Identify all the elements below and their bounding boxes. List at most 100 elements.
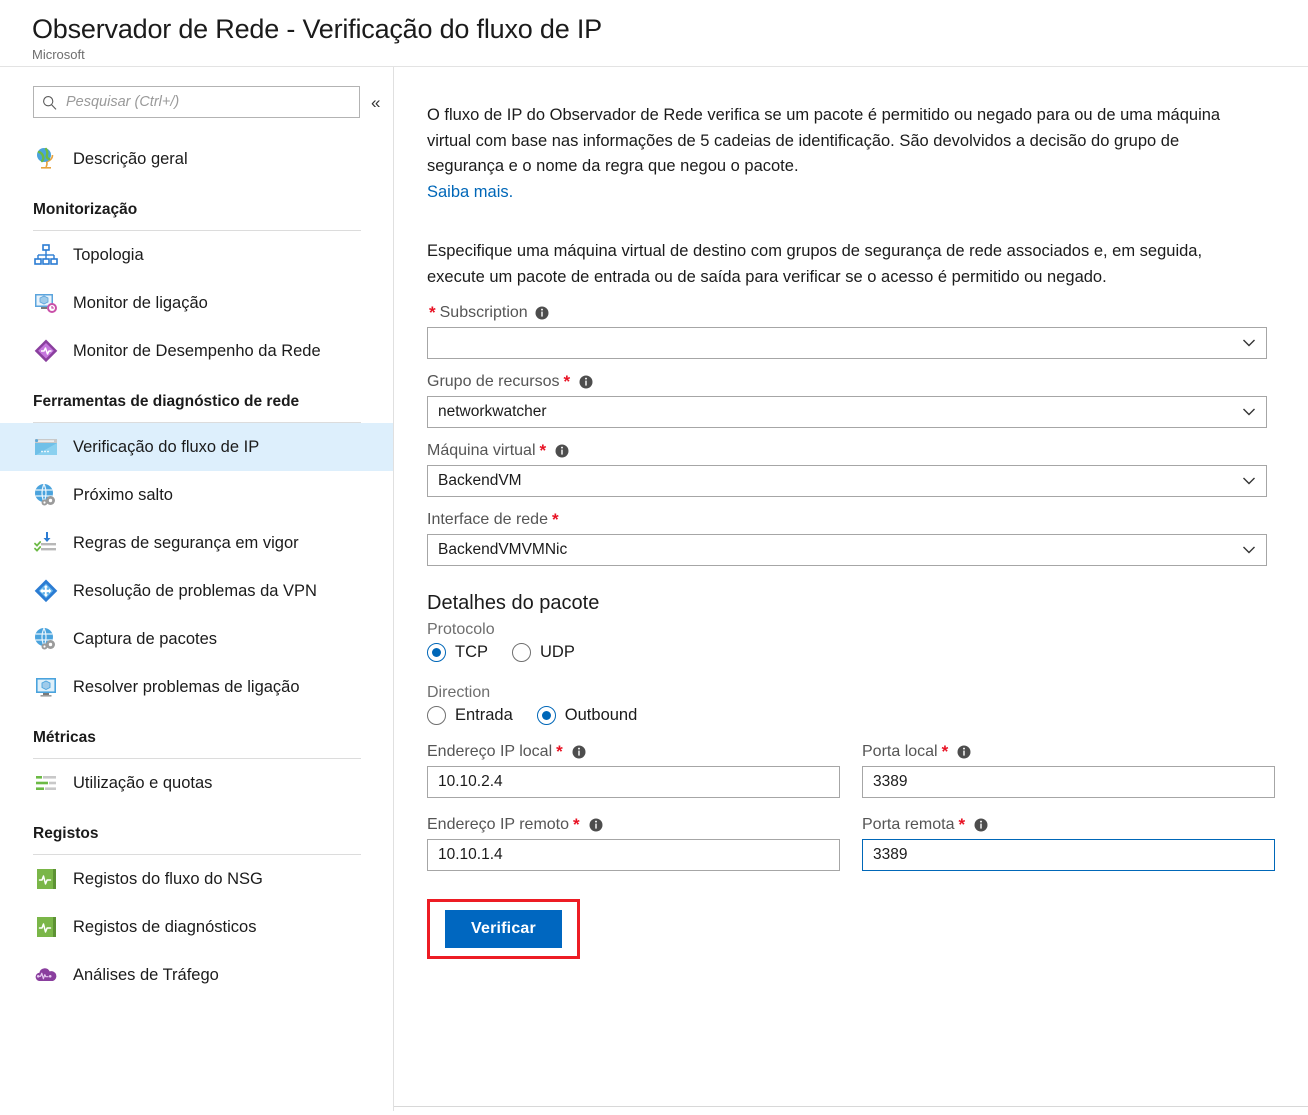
subscription-select[interactable] xyxy=(427,327,1267,359)
direction-option-outbound[interactable]: Outbound xyxy=(536,706,638,725)
sidebar-item-registos-do-fluxo-do-nsg[interactable]: Registos do fluxo do NSG xyxy=(0,855,393,903)
virtual-machine-field: Máquina virtual * BackendVM xyxy=(427,442,1267,497)
sidebar-item-regras-de-seguranca-em-vigor[interactable]: Regras de segurança em vigor xyxy=(0,519,393,567)
sidebar-item-topologia[interactable]: Topologia xyxy=(0,231,393,279)
sidebar-item-registos-de-diagnosticos[interactable]: Registos de diagnósticos xyxy=(0,903,393,951)
resource-group-label: Grupo de recursos * xyxy=(427,373,1267,391)
info-icon[interactable] xyxy=(555,444,569,458)
description-paragraph-2: Especifique uma máquina virtual de desti… xyxy=(427,242,1203,286)
network-interface-select[interactable]: BackendVMVMNic xyxy=(427,534,1267,566)
sidebar-item-captura-de-pacotes[interactable]: Captura de pacotes xyxy=(0,615,393,663)
local-port-input[interactable] xyxy=(862,766,1275,798)
info-icon[interactable] xyxy=(535,306,549,320)
ip-flow-verify-icon xyxy=(35,439,57,455)
sidebar-item-label: Regras de segurança em vigor xyxy=(73,533,299,552)
network-interface-field: Interface de rede * BackendVMVMNic xyxy=(427,511,1267,566)
sidebar-item-label: Monitor de ligação xyxy=(73,293,208,312)
sidebar-section-metricas: Métricas xyxy=(0,711,393,759)
verify-button-annotation: Verificar xyxy=(427,899,580,959)
label-text: Porta local xyxy=(862,743,938,760)
sidebar-item-label: Próximo salto xyxy=(73,485,173,504)
learn-more-link[interactable]: Saiba mais. xyxy=(427,180,513,206)
sidebar-item-analises-de-trafego[interactable]: Análises de Tráfego xyxy=(0,951,393,999)
required-asterisk: * xyxy=(941,742,949,761)
sidebar-item-label: Registos do fluxo do NSG xyxy=(73,869,263,888)
verify-button[interactable]: Verificar xyxy=(445,910,562,948)
label-text: Grupo de recursos xyxy=(427,373,560,390)
globe-icon xyxy=(37,147,54,169)
radio-circle xyxy=(427,706,446,725)
sidebar-section-registos: Registos xyxy=(0,807,393,855)
sidebar-item-descricao-geral[interactable]: Descrição geral xyxy=(0,135,393,183)
radio-label: Entrada xyxy=(455,706,513,724)
required-asterisk: * xyxy=(573,815,580,834)
sidebar-item-monitor-de-desempenho-da-rede[interactable]: Monitor de Desempenho da Rede xyxy=(0,327,393,375)
info-icon[interactable] xyxy=(589,818,603,832)
local-address-row: Endereço IP local * Porta local * xyxy=(427,743,1308,798)
label-text: Endereço IP remoto xyxy=(427,816,570,833)
sidebar-item-resolucao-de-problemas-da-vpn[interactable]: Resolução de problemas da VPN xyxy=(0,567,393,615)
radio-label: TCP xyxy=(455,643,488,661)
sidebar-item-label: Utilização e quotas xyxy=(73,773,213,792)
info-icon[interactable] xyxy=(579,375,593,389)
resource-group-select-wrap: networkwatcher xyxy=(427,396,1267,428)
info-icon[interactable] xyxy=(572,745,586,759)
sidebar-item-verificacao-do-fluxo-de-ip[interactable]: Verificação do fluxo de IP xyxy=(0,423,393,471)
page-body: « Descrição geral Monitorização xyxy=(0,67,1308,1111)
usage-quotas-icon xyxy=(36,776,56,790)
label-text: Subscription xyxy=(439,304,528,321)
sidebar-section-title: Registos xyxy=(33,825,99,842)
diagnostic-logs-icon xyxy=(37,917,56,937)
direction-label: Direction xyxy=(427,684,491,701)
info-icon[interactable] xyxy=(974,818,988,832)
required-asterisk: * xyxy=(429,303,436,322)
page-subtitle: Microsoft xyxy=(32,47,85,62)
network-performance-icon xyxy=(34,339,58,363)
direction-option-entrada[interactable]: Entrada xyxy=(427,706,513,725)
search-box[interactable] xyxy=(33,86,360,118)
direction-radio-group: Entrada Outbound xyxy=(427,706,1308,725)
local-ip-input[interactable] xyxy=(427,766,840,798)
sidebar-item-utilizacao-e-quotas[interactable]: Utilização e quotas xyxy=(0,759,393,807)
protocol-radio-group: TCP UDP xyxy=(427,643,1308,662)
required-asterisk: * xyxy=(556,742,563,761)
required-asterisk: * xyxy=(563,372,571,391)
required-asterisk: * xyxy=(539,441,547,460)
info-icon[interactable] xyxy=(957,745,971,759)
remote-port-label: Porta remota * xyxy=(862,816,1275,834)
sidebar-item-label: Registos de diagnósticos xyxy=(73,917,257,936)
radio-circle xyxy=(512,643,531,662)
effective-security-rules-icon xyxy=(34,532,56,552)
sidebar-item-monitor-de-ligacao[interactable]: Monitor de ligação xyxy=(0,279,393,327)
virtual-machine-select[interactable]: BackendVM xyxy=(427,465,1267,497)
next-hop-icon xyxy=(35,483,55,506)
radio-circle xyxy=(427,643,446,662)
sidebar-section-title: Métricas xyxy=(33,729,96,746)
sidebar-search-row: « xyxy=(0,86,393,118)
remote-port-input[interactable] xyxy=(862,839,1275,871)
main-content: O fluxo de IP do Observador de Rede veri… xyxy=(394,67,1308,1111)
radio-label: Outbound xyxy=(564,706,638,724)
collapse-sidebar-button[interactable]: « xyxy=(371,94,381,111)
resource-group-field: Grupo de recursos * networkwatcher xyxy=(427,373,1267,428)
connection-monitor-icon xyxy=(35,294,57,313)
sidebar: « Descrição geral Monitorização xyxy=(0,67,394,1111)
sidebar-item-label: Captura de pacotes xyxy=(73,629,218,648)
vpn-troubleshoot-icon xyxy=(34,579,58,603)
label-text: Máquina virtual xyxy=(427,442,536,459)
sidebar-item-proximo-salto[interactable]: Próximo salto xyxy=(0,471,393,519)
remote-port-field: Porta remota * xyxy=(862,816,1275,871)
remote-address-row: Endereço IP remoto * Porta remota * xyxy=(427,816,1308,871)
protocol-option-udp[interactable]: UDP xyxy=(512,643,575,662)
resource-group-select[interactable]: networkwatcher xyxy=(427,396,1267,428)
protocol-label: Protocolo xyxy=(427,621,495,638)
subscription-select-wrap xyxy=(427,327,1267,359)
traffic-analytics-icon xyxy=(35,968,57,981)
protocol-option-tcp[interactable]: TCP xyxy=(427,643,488,662)
remote-ip-input[interactable] xyxy=(427,839,840,871)
radio-dot xyxy=(432,648,441,657)
sidebar-item-resolver-problemas-de-ligacao[interactable]: Resolver problemas de ligação xyxy=(0,663,393,711)
search-input[interactable] xyxy=(64,87,351,117)
radio-circle xyxy=(536,706,556,725)
subscription-label: * Subscription xyxy=(427,304,1267,322)
